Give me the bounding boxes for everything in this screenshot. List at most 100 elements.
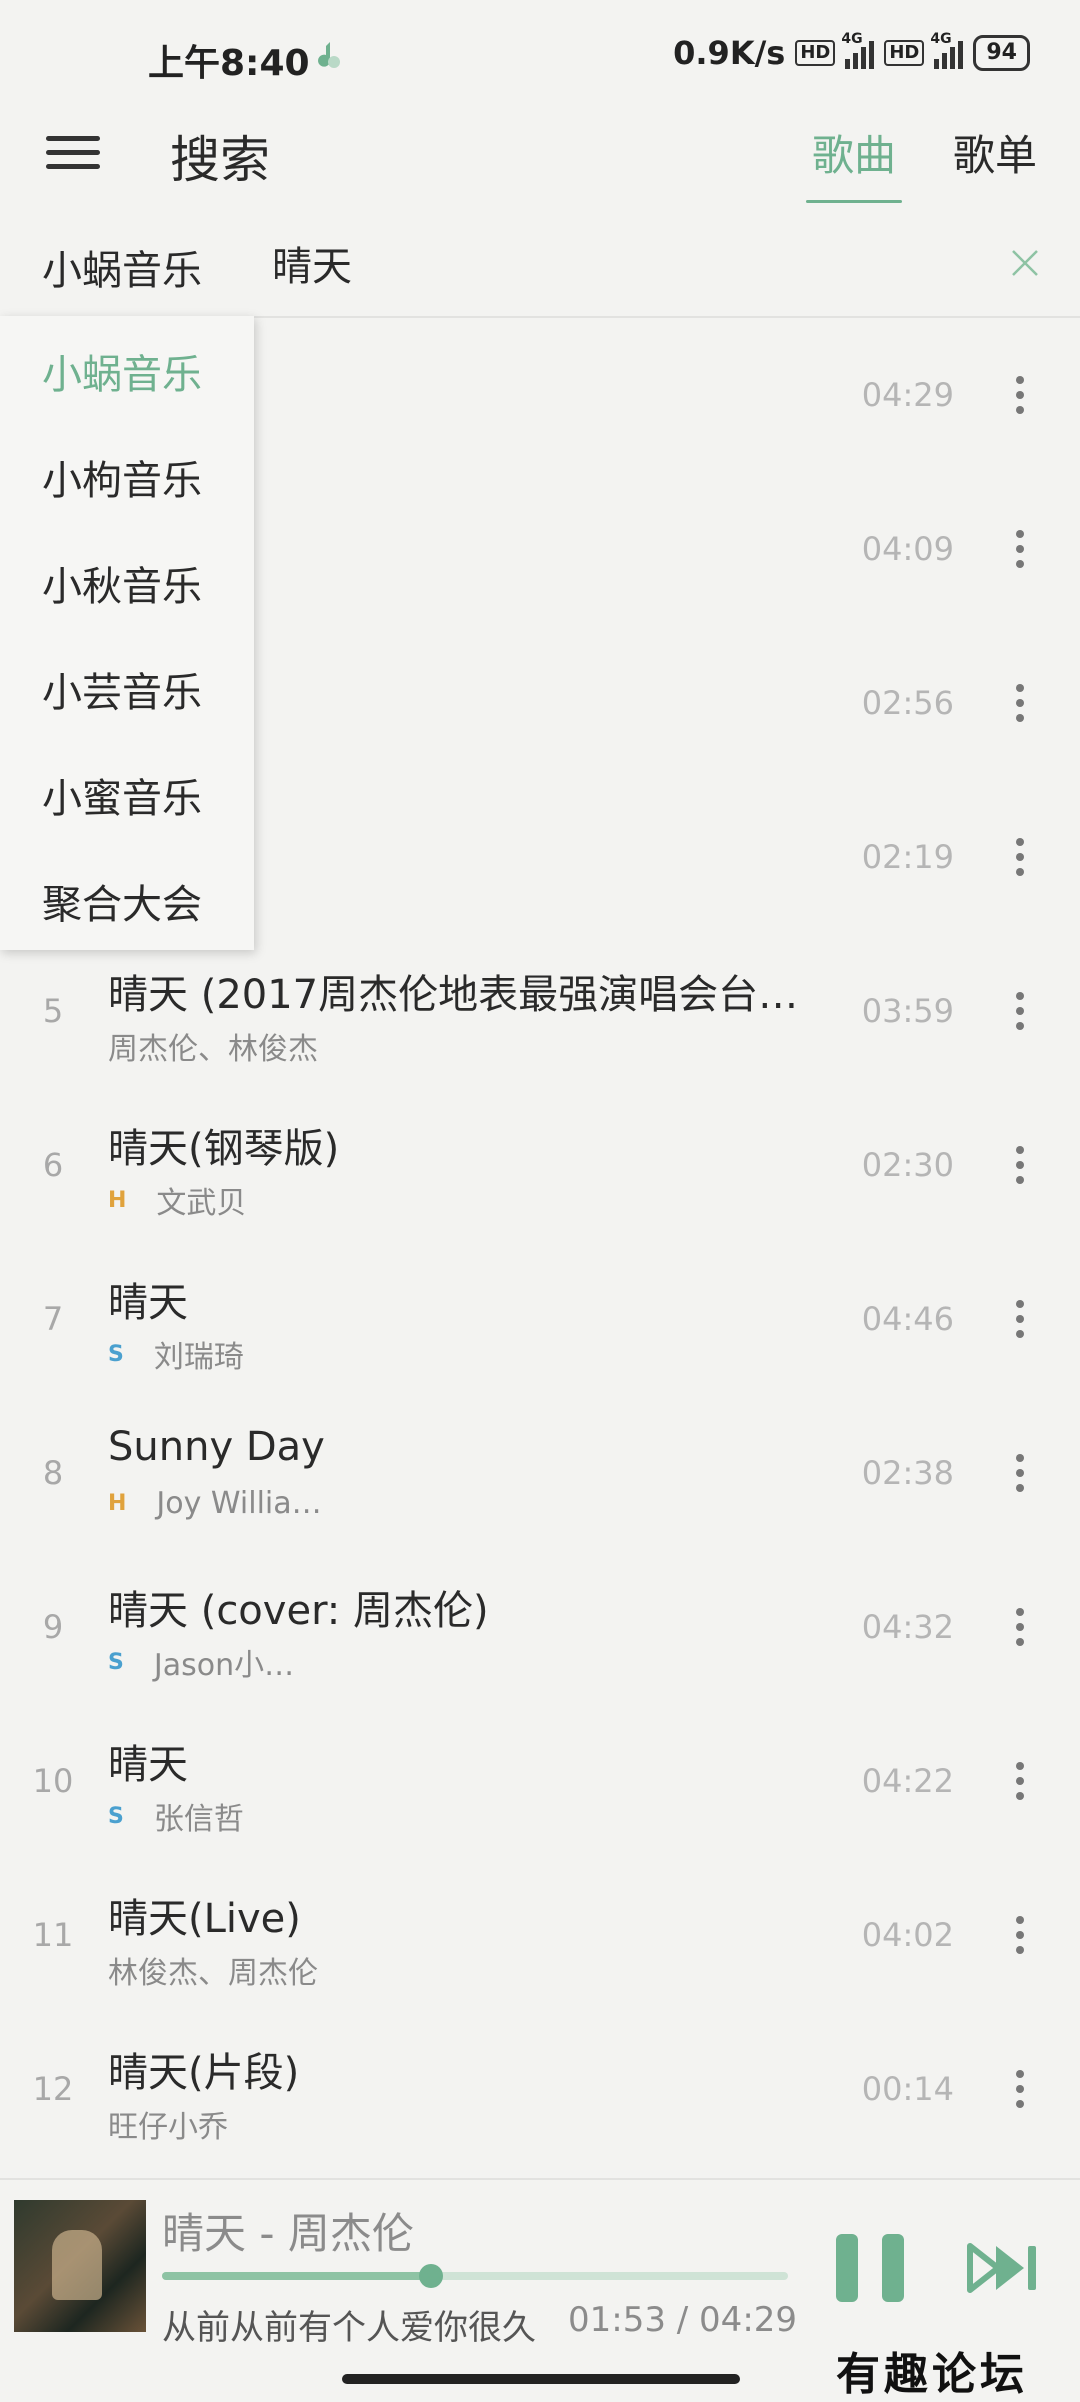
song-title: 晴天(Live) [108,1896,301,1942]
header: 搜索 歌曲 歌单 [0,110,1080,220]
song-title: 晴天 (2017周杰伦地表最强演唱会台… [108,972,799,1018]
progress-handle[interactable] [419,2264,444,2288]
menu-icon[interactable] [46,128,100,182]
lyric-line: 从前从前有个人爱你很久 [162,2308,536,2348]
song-duration: 04:09 [861,530,954,568]
more-options-icon[interactable] [1000,1448,1040,1498]
music-note-icon [318,42,340,68]
song-row[interactable]: 7 晴天 S 刘瑞琦 04:46 [0,1242,1080,1395]
player-bar: 晴天 - 周杰伦 从前从前有个人爱你很久 01:53 / 04:29 有趣论坛 [0,2178,1080,2402]
song-title: 晴天 [108,1280,188,1326]
song-duration: 02:30 [861,1146,954,1184]
song-duration: 04:46 [861,1300,954,1338]
quality-badge: H [108,1187,127,1213]
song-index: 11 [32,1916,74,1954]
song-duration: 04:32 [861,1608,954,1646]
source-option[interactable]: 小芸音乐 [42,660,202,718]
quality-badge: H [108,1491,127,1516]
signal-icon: 4G [841,31,875,69]
song-subtitle: 旺仔小乔 [108,2102,228,2146]
song-duration: 04:22 [861,1762,954,1800]
more-options-icon[interactable] [1000,524,1040,574]
song-row[interactable]: 11 晴天(Live) 林俊杰、周杰伦 04:02 [0,1858,1080,2011]
song-artist: 旺仔小乔 [108,2110,228,2145]
song-row[interactable]: 10 晴天 S 张信哲 04:22 [0,1704,1080,1857]
source-option[interactable]: 小蜗音乐 [42,342,202,400]
song-subtitle: H 文武贝 [108,1178,246,1222]
song-subtitle: S 刘瑞琦 [108,1332,244,1376]
more-options-icon[interactable] [1000,1140,1040,1190]
now-playing-title[interactable]: 晴天 - 周杰伦 [162,2200,414,2261]
song-title: 晴天 (cover: 周杰伦) [108,1588,489,1634]
song-artist: 林俊杰、周杰伦 [108,1956,318,1991]
song-duration: 03:59 [861,992,954,1030]
song-duration: 04:29 [861,376,954,414]
pause-button[interactable] [836,2234,906,2302]
tab-songs[interactable]: 歌曲 [805,122,903,203]
song-duration: 02:38 [861,1454,954,1492]
more-options-icon[interactable] [1000,1910,1040,1960]
source-select[interactable]: 小蜗音乐 [42,238,202,296]
more-options-icon[interactable] [1000,678,1040,728]
hd-badge: HD [795,40,836,66]
more-options-icon[interactable] [1000,986,1040,1036]
home-indicator[interactable] [342,2374,740,2384]
song-index: 9 [42,1608,64,1646]
quality-badge: S [108,1341,124,1367]
song-duration: 02:56 [861,684,954,722]
status-time: 上午8:40 [148,43,310,84]
song-row[interactable]: 9 晴天 (cover: 周杰伦) S Jason小… 04:32 [0,1550,1080,1703]
song-index: 7 [42,1300,64,1338]
song-row[interactable]: 5 晴天 (2017周杰伦地表最强演唱会台… 周杰伦、林俊杰 03:59 [0,934,1080,1087]
more-options-icon[interactable] [1000,1602,1040,1652]
progress-bar[interactable] [162,2264,788,2288]
song-row[interactable]: 8 Sunny Day H Joy Willia… 02:38 [0,1396,1080,1549]
watermark: 有趣论坛 [836,2349,1028,2400]
song-index: 8 [42,1454,64,1492]
tab-playlists[interactable]: 歌单 [953,122,1037,183]
close-icon[interactable] [1008,246,1042,280]
quality-badge: S [108,1803,124,1829]
song-artist: 周杰伦、林俊杰 [108,1032,318,1067]
next-track-icon[interactable] [966,2240,1042,2296]
song-subtitle: 林俊杰、周杰伦 [108,1948,318,1992]
more-options-icon[interactable] [1000,2064,1040,2114]
status-indicators: 0.9K/s HD 4G HD 4G 94 [673,31,1030,72]
playback-time: 01:53 / 04:29 [568,2300,798,2340]
song-subtitle: H Joy Willia… [108,1486,322,1521]
song-subtitle: S Jason小… [108,1640,294,1684]
more-options-icon[interactable] [1000,1756,1040,1806]
hd-badge-2: HD [884,40,925,66]
source-option[interactable]: 小蜜音乐 [42,766,202,824]
more-options-icon[interactable] [1000,832,1040,882]
song-row[interactable]: 12 晴天(片段) 旺仔小乔 00:14 [0,2012,1080,2165]
song-artist: 刘瑞琦 [153,1340,244,1375]
signal-icon-2: 4G [930,31,964,69]
song-title: 晴天(片段) [108,2050,300,2096]
search-input[interactable] [270,232,974,294]
song-subtitle: 周杰伦、林俊杰 [108,1024,318,1068]
more-options-icon[interactable] [1000,370,1040,420]
song-index: 10 [32,1762,74,1800]
song-duration: 02:19 [861,838,954,876]
more-options-icon[interactable] [1000,1294,1040,1344]
song-subtitle: S 张信哲 [108,1794,244,1838]
source-option[interactable]: 聚合大会 [42,872,202,930]
status-bar: 上午8:40 0.9K/s HD 4G HD 4G 94 [0,0,1080,110]
song-duration: 04:02 [861,1916,954,1954]
song-artist: 张信哲 [153,1802,244,1837]
song-row[interactable]: 6 晴天(钢琴版) H 文武贝 02:30 [0,1088,1080,1241]
source-option[interactable]: 小秋音乐 [42,554,202,612]
network-speed: 0.9K/s [673,34,786,72]
song-artist: Jason小… [153,1648,295,1683]
page-title: 搜索 [170,131,270,189]
source-dropdown: 小蜗音乐小枸音乐小秋音乐小芸音乐小蜜音乐聚合大会 [0,316,254,950]
song-artist: Joy Willia… [156,1486,322,1521]
progress-fill [162,2272,432,2280]
source-option[interactable]: 小枸音乐 [42,448,202,506]
song-index: 5 [42,992,64,1030]
song-title: Sunny Day [108,1424,325,1470]
song-title: 晴天(钢琴版) [108,1126,340,1172]
battery-icon: 94 [973,35,1030,71]
song-index: 6 [42,1146,64,1184]
